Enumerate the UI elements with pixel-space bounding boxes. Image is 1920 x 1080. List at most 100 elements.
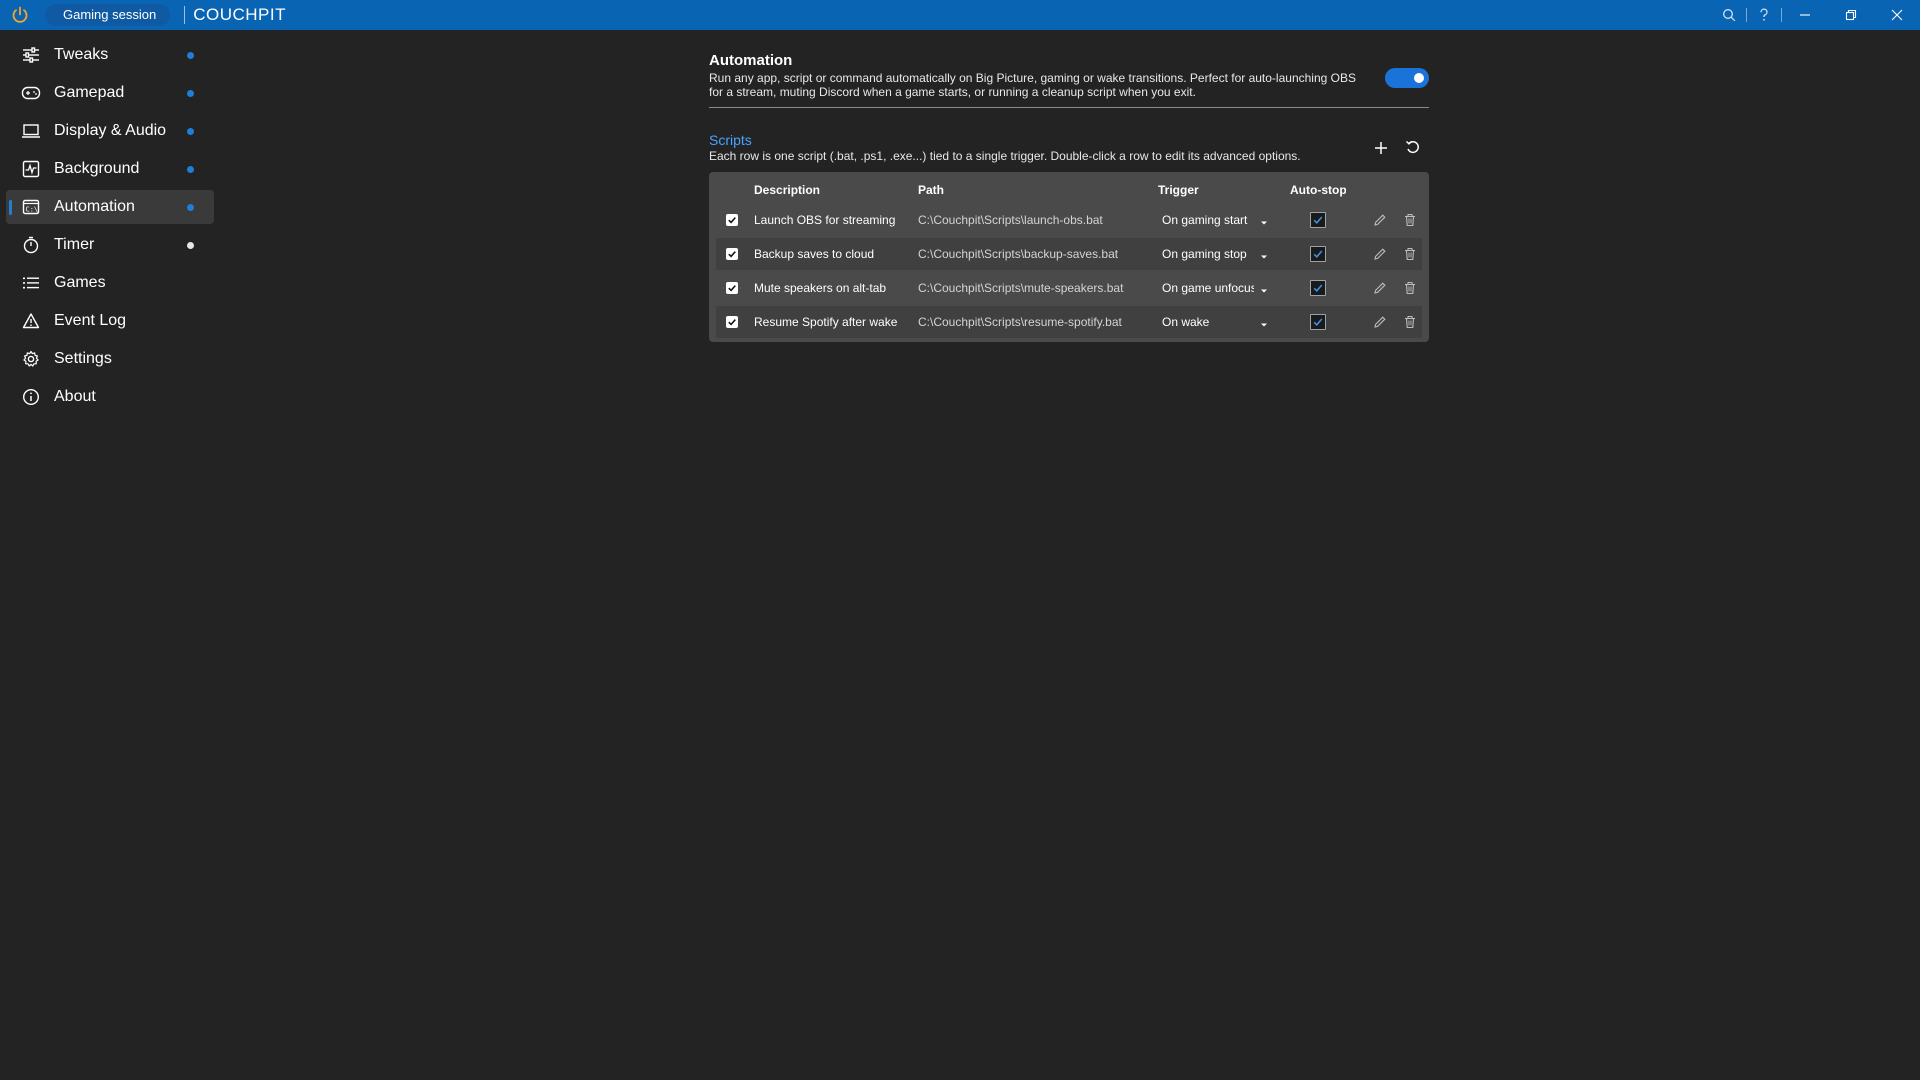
toggle-knob [1414, 73, 1424, 83]
trigger-select[interactable]: On gaming stop [1158, 247, 1290, 264]
edit-icon[interactable] [1372, 246, 1388, 262]
scripts-description: Each row is one script (.bat, .ps1, .exe… [709, 149, 1301, 163]
enabled-checkbox[interactable] [726, 248, 738, 260]
title-bar: Gaming session COUCHPIT [0, 0, 1920, 30]
status-dot [187, 90, 194, 97]
warning-icon [20, 310, 42, 332]
delete-icon[interactable] [1402, 246, 1418, 262]
sliders-icon [20, 44, 42, 66]
gear-icon [20, 348, 42, 370]
auto-stop-checkbox[interactable] [1310, 246, 1326, 262]
power-icon[interactable] [9, 4, 31, 26]
auto-stop-checkbox[interactable] [1310, 212, 1326, 228]
trigger-select[interactable]: On gaming start [1158, 213, 1290, 230]
sidebar-item-label: Automation [54, 198, 135, 215]
restore-icon[interactable] [1828, 0, 1874, 30]
status-dot [187, 204, 194, 211]
script-path: C:\Couchpit\Scripts\resume-spotify.bat [918, 315, 1122, 329]
delete-icon[interactable] [1402, 314, 1418, 330]
sidebar-item-display-audio[interactable]: Display & Audio [6, 114, 214, 148]
sidebar-item-games[interactable]: Games [6, 266, 214, 300]
sidebar: Tweaks Gamepad Display & Audio Backgroun… [0, 38, 220, 418]
scripts-section-header: Scripts Each row is one script (.bat, .p… [709, 132, 1429, 163]
close-icon[interactable] [1874, 0, 1920, 30]
edit-icon[interactable] [1372, 314, 1388, 330]
app-title: COUCHPIT [193, 5, 286, 24]
minimize-icon[interactable] [1782, 0, 1828, 30]
list-icon [20, 272, 42, 294]
script-path: C:\Couchpit\Scripts\mute-speakers.bat [918, 281, 1124, 295]
scripts-table: Description Path Trigger Auto-stop Launc… [709, 172, 1429, 342]
auto-stop-checkbox[interactable] [1310, 314, 1326, 330]
chevron-down-icon [1260, 284, 1268, 298]
enabled-checkbox[interactable] [726, 282, 738, 294]
script-path: C:\Couchpit\Scripts\backup-saves.bat [918, 247, 1119, 261]
enabled-checkbox[interactable] [726, 316, 738, 328]
help-icon[interactable] [1747, 0, 1781, 30]
script-description: Backup saves to cloud [754, 247, 875, 261]
activity-icon [20, 158, 42, 180]
status-dot [187, 242, 194, 249]
header-trigger[interactable]: Trigger [1158, 183, 1290, 197]
trigger-value: On game unfocus [1162, 281, 1254, 296]
edit-icon[interactable] [1372, 280, 1388, 296]
title-controls [1712, 0, 1920, 30]
sidebar-item-automation[interactable]: C:\ Automation [6, 190, 214, 224]
enabled-checkbox[interactable] [726, 214, 738, 226]
main-content: Automation Run any app, script or comman… [709, 52, 1429, 342]
table-row[interactable]: Launch OBS for streaming C:\Couchpit\Scr… [716, 204, 1422, 236]
reset-scripts-button[interactable] [1397, 136, 1429, 160]
sidebar-item-label: Tweaks [54, 46, 109, 63]
add-script-button[interactable] [1365, 136, 1397, 160]
table-header: Description Path Trigger Auto-stop [716, 176, 1422, 204]
sidebar-item-background[interactable]: Background [6, 152, 214, 186]
script-path: C:\Couchpit\Scripts\launch-obs.bat [918, 213, 1103, 227]
status-dot [187, 52, 194, 59]
sidebar-item-settings[interactable]: Settings [6, 342, 214, 376]
sidebar-item-label: Timer [54, 236, 95, 253]
table-row[interactable]: Mute speakers on alt-tab C:\Couchpit\Scr… [716, 272, 1422, 304]
status-dot [187, 128, 194, 135]
search-icon[interactable] [1712, 0, 1746, 30]
sidebar-item-label: Games [54, 274, 106, 291]
sidebar-item-label: Background [54, 160, 140, 177]
sidebar-item-timer[interactable]: Timer [6, 228, 214, 262]
info-icon [20, 386, 42, 408]
status-dot [187, 166, 194, 173]
sidebar-item-label: Display & Audio [54, 122, 167, 139]
sidebar-item-label: About [54, 388, 96, 405]
scripts-title: Scripts [709, 132, 752, 148]
terminal-icon: C:\ [20, 196, 42, 218]
sidebar-item-gamepad[interactable]: Gamepad [6, 76, 214, 110]
session-badge[interactable]: Gaming session [45, 4, 171, 26]
monitor-icon [20, 120, 42, 142]
header-auto-stop[interactable]: Auto-stop [1290, 183, 1346, 197]
script-description: Mute speakers on alt-tab [754, 281, 887, 295]
trigger-value: On gaming stop [1162, 247, 1247, 262]
page-description: Run any app, script or command automatic… [709, 71, 1356, 99]
table-row[interactable]: Resume Spotify after wake C:\Couchpit\Sc… [716, 306, 1422, 338]
delete-icon[interactable] [1402, 280, 1418, 296]
sidebar-item-tweaks[interactable]: Tweaks [6, 38, 214, 72]
edit-icon[interactable] [1372, 212, 1388, 228]
sidebar-item-about[interactable]: About [6, 380, 214, 414]
delete-icon[interactable] [1402, 212, 1418, 228]
sidebar-item-event-log[interactable]: Event Log [6, 304, 214, 338]
section-divider [709, 107, 1429, 108]
script-description: Resume Spotify after wake [754, 315, 898, 329]
header-description[interactable]: Description [748, 183, 918, 197]
script-description: Launch OBS for streaming [754, 213, 896, 227]
chevron-down-icon [1260, 216, 1268, 230]
chevron-down-icon [1260, 318, 1268, 332]
header-path[interactable]: Path [918, 183, 1158, 197]
trigger-select[interactable]: On wake [1158, 315, 1290, 332]
automation-toggle[interactable] [1385, 68, 1429, 88]
chevron-down-icon [1260, 250, 1268, 264]
stopwatch-icon [20, 234, 42, 256]
auto-stop-checkbox[interactable] [1310, 280, 1326, 296]
table-row[interactable]: Backup saves to cloud C:\Couchpit\Script… [716, 238, 1422, 270]
trigger-select[interactable]: On game unfocus [1158, 281, 1290, 298]
trigger-value: On gaming start [1162, 213, 1248, 228]
sidebar-item-label: Event Log [54, 312, 127, 329]
sidebar-item-label: Gamepad [54, 84, 125, 101]
